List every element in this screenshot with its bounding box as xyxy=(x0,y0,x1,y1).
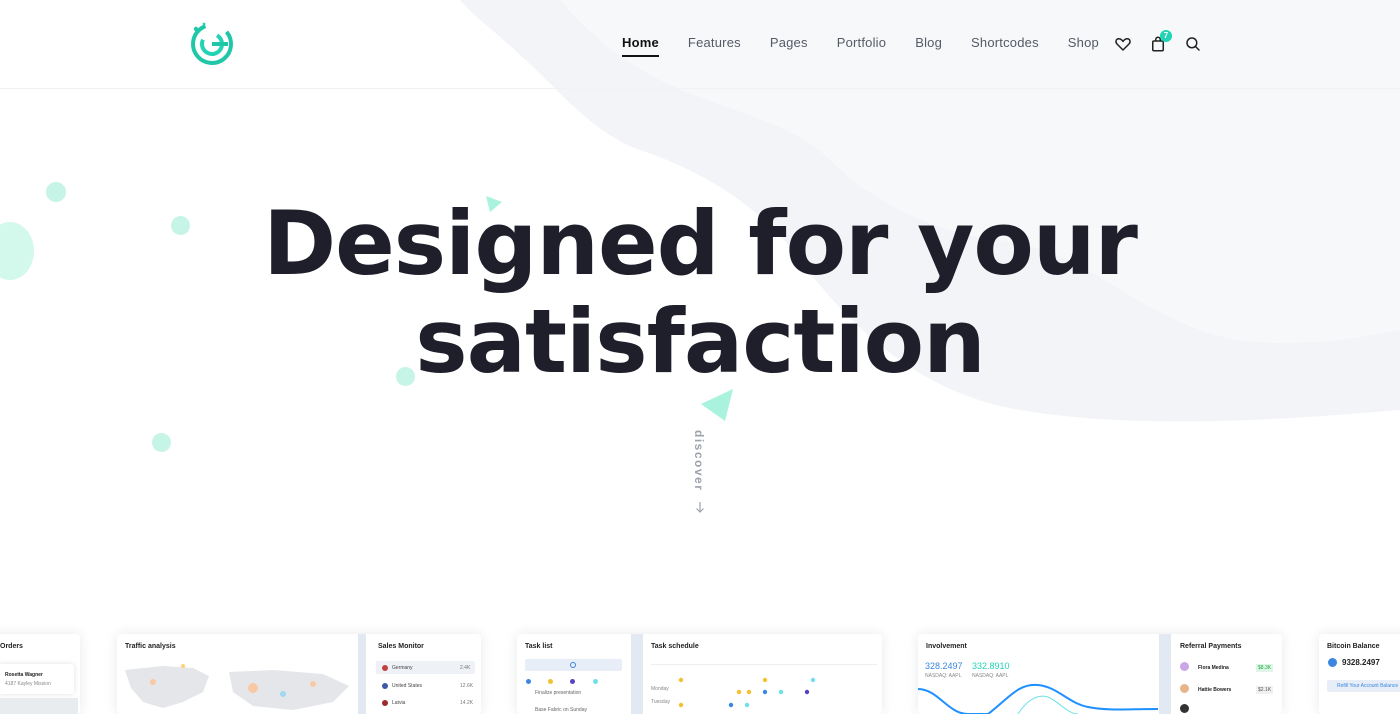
involvement-value-2: 332.8910 xyxy=(972,661,1010,671)
schedule-row-label: Monday xyxy=(651,686,669,692)
nav-home[interactable]: Home xyxy=(622,35,659,57)
flag-icon xyxy=(382,683,388,689)
sales-row[interactable]: Germany 2.4K xyxy=(376,661,475,674)
discover-label: discover xyxy=(692,430,706,492)
order-customer-address: 4187 Kayley Mission xyxy=(5,681,51,687)
site-header: Home Features Pages Portfolio Blog Short… xyxy=(0,0,1400,88)
sales-row[interactable]: Latvia 14.2K xyxy=(376,696,475,709)
nav-blog[interactable]: Blog xyxy=(915,35,942,56)
legend-dot xyxy=(548,679,553,684)
refill-button-label: Refill Your Account Balance xyxy=(1337,683,1399,689)
sales-country: United States xyxy=(392,683,423,689)
order-customer-name: Rosetta Wagner xyxy=(5,672,43,678)
nav-shortcodes[interactable]: Shortcodes xyxy=(971,35,1039,56)
order-item: Rosetta Wagner 4187 Kayley Mission xyxy=(0,664,74,694)
referral-value: $8.3K xyxy=(1256,664,1274,672)
search-icon[interactable] xyxy=(1184,35,1202,53)
sales-value: 12.6K xyxy=(460,683,474,689)
legend-dot xyxy=(526,679,531,684)
decor-circle xyxy=(152,433,171,452)
avatar xyxy=(1180,684,1189,693)
panel-divider xyxy=(1159,634,1171,714)
heart-icon[interactable] xyxy=(1114,35,1132,53)
refill-button[interactable]: Refill Your Account Balance xyxy=(1327,680,1400,692)
tasks-title: Task list xyxy=(525,643,553,650)
cart-count-badge: 7 xyxy=(1160,30,1172,42)
nav-shop[interactable]: Shop xyxy=(1068,35,1099,56)
involvement-title: Involvement xyxy=(926,643,967,650)
sales-country: Germany xyxy=(392,665,413,671)
referral-name: Hattie Bowers xyxy=(1198,687,1232,693)
legend-dot xyxy=(593,679,598,684)
sales-value: 2.4K xyxy=(460,665,471,671)
referral-title: Referral Payments xyxy=(1180,643,1242,650)
panel-divider xyxy=(358,634,366,714)
orders-map xyxy=(0,698,78,714)
involvement-value-1: 328.2497 xyxy=(925,661,963,671)
bitcoin-icon xyxy=(1328,658,1337,667)
bitcoin-card[interactable]: Bitcoin Balance 9328.2497 Refill Your Ac… xyxy=(1319,634,1400,714)
schedule-dots xyxy=(678,677,816,708)
involvement-card[interactable]: Involvement 328.2497 NASDAQ: AAPL 332.89… xyxy=(918,634,1282,714)
schedule-row-label: Tuesday xyxy=(651,699,670,705)
main-nav: Home Features Pages Portfolio Blog Short… xyxy=(622,35,1128,57)
referral-name: Flora Medina xyxy=(1198,665,1229,671)
legend-dot xyxy=(570,679,575,684)
schedule-title: Task schedule xyxy=(651,643,699,650)
world-map xyxy=(125,664,349,710)
flag-icon xyxy=(382,700,388,706)
decor-triangle xyxy=(701,389,733,421)
hero-title: Designed for your satisfaction xyxy=(0,195,1400,391)
referral-value: $2.1K xyxy=(1256,686,1274,694)
bitcoin-value: 9328.2497 xyxy=(1342,658,1380,667)
nav-pages[interactable]: Pages xyxy=(770,35,808,56)
task-item[interactable]: Finalize presentation xyxy=(535,690,581,696)
orders-title: Orders xyxy=(0,643,23,650)
traffic-title: Traffic analysis xyxy=(125,643,176,650)
orders-card[interactable]: Orders Rosetta Wagner 4187 Kayley Missio… xyxy=(0,634,80,714)
schedule-header-line xyxy=(651,664,877,665)
sales-country: Latvia xyxy=(392,700,406,706)
avatar xyxy=(1180,704,1189,713)
sales-title: Sales Monitor xyxy=(378,643,424,650)
panel-divider xyxy=(631,634,643,714)
bitcoin-title: Bitcoin Balance xyxy=(1327,643,1380,650)
add-icon xyxy=(570,662,576,668)
flag-icon xyxy=(382,665,388,671)
arrow-down-icon[interactable] xyxy=(694,500,706,514)
tasks-card[interactable]: Task list Finalize presentation Base Fab… xyxy=(517,634,882,714)
dashboard-previews: Orders Rosetta Wagner 4187 Kayley Missio… xyxy=(0,630,1400,714)
discover-link[interactable]: discover xyxy=(692,430,708,492)
nav-features[interactable]: Features xyxy=(688,35,741,56)
hero-title-line2: satisfaction xyxy=(415,290,986,393)
task-item[interactable]: Base Fabric on Sunday xyxy=(535,707,587,713)
sales-value: 14.2K xyxy=(460,700,474,706)
header-divider xyxy=(0,88,1400,89)
sales-row[interactable]: United States 12.6K xyxy=(376,679,475,692)
traffic-card[interactable]: Traffic analysis Sales Monitor Germany 2… xyxy=(117,634,481,714)
g-logo-icon[interactable] xyxy=(188,20,236,68)
nav-portfolio[interactable]: Portfolio xyxy=(837,35,887,56)
task-add-bar[interactable] xyxy=(525,659,622,671)
avatar xyxy=(1180,662,1189,671)
hero-section: Designed for your satisfaction xyxy=(0,195,1400,391)
hero-title-line1: Designed for your xyxy=(263,192,1138,295)
involvement-wave xyxy=(918,683,1158,714)
